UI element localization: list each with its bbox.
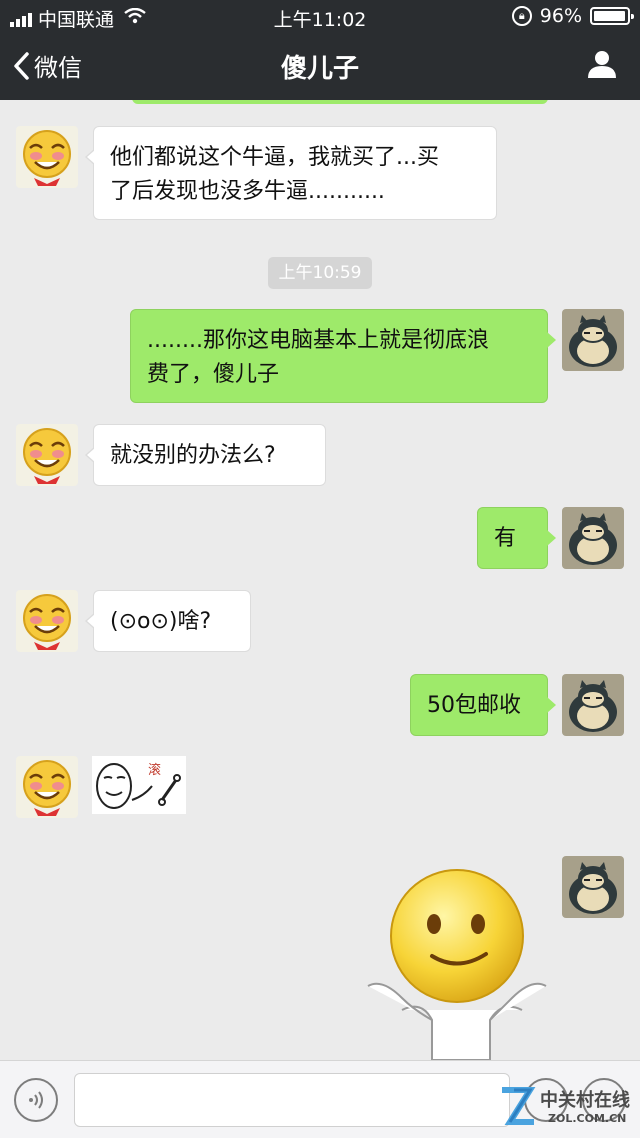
message-bubble-out[interactable]: ........那你这电脑基本上就是彻底浪 费了，傻儿子 (130, 309, 556, 403)
battery-icon (590, 7, 634, 25)
rotation-lock-icon: 🔒︎ (511, 6, 532, 26)
message-input[interactable] (74, 1073, 510, 1127)
message-bubble-out[interactable]: 有 (477, 507, 556, 569)
message-text-line: ........那你这电脑基本上就是彻底浪 (147, 328, 489, 353)
voice-button[interactable] (14, 1078, 58, 1122)
message-bubble-in[interactable]: (⊙o⊙)啥? (85, 590, 251, 652)
watermark-subtext: ZOL.COM.CN (548, 1112, 627, 1125)
message-bubble-in[interactable]: 就没别的办法么? (85, 424, 326, 486)
message-text-line: 他们都说这个牛逼，我就买了...买 (110, 145, 439, 170)
contact-avatar[interactable] (16, 424, 78, 486)
message-text: 就没别的办法么? (110, 443, 276, 468)
message-text: (⊙o⊙)啥? (110, 609, 212, 634)
my-avatar[interactable] (562, 507, 624, 569)
my-avatar[interactable] (562, 674, 624, 736)
message-text: 有 (494, 526, 517, 551)
message-text-line: 费了，傻儿子 (147, 362, 280, 387)
contact-avatar[interactable] (16, 126, 78, 188)
message-text: 50包邮收 (427, 693, 521, 718)
message-bubble-out[interactable]: 50包邮收 (410, 674, 556, 736)
previous-message-bubble (132, 100, 548, 104)
battery-percent: 96% (539, 5, 582, 27)
contact-avatar[interactable] (16, 590, 78, 652)
top-bar: 中国联通 上午11:02 🔒︎ 96% 微信 傻儿子 (0, 0, 640, 100)
message-text-line: 了后发现也没多牛逼........... (110, 179, 385, 204)
person-icon (588, 51, 616, 78)
chat-area[interactable]: 他们都说这个牛逼，我就买了...买 了后发现也没多牛逼........... 上… (0, 100, 640, 1060)
chat-title: 傻儿子 (280, 54, 359, 84)
my-avatar[interactable] (562, 856, 624, 918)
timestamp: 上午10:59 (268, 257, 372, 289)
nav-bar: 微信 傻儿子 (0, 34, 640, 100)
voice-icon (29, 1091, 43, 1109)
sticker-text: 滚 (148, 762, 161, 778)
sticker-message[interactable]: 滚 (92, 756, 186, 814)
message-bubble-in[interactable]: 他们都说这个牛逼，我就买了...买 了后发现也没多牛逼........... (85, 126, 497, 220)
status-bar: 中国联通 上午11:02 🔒︎ 96% (0, 0, 640, 34)
contact-avatar[interactable] (16, 756, 78, 818)
profile-button[interactable] (586, 48, 618, 84)
my-avatar[interactable] (562, 309, 624, 371)
watermark-text: 中关村在线 (540, 1090, 630, 1111)
smiley-shrug-sticker[interactable] (362, 860, 552, 1060)
status-right: 🔒︎ 96% (511, 5, 634, 27)
